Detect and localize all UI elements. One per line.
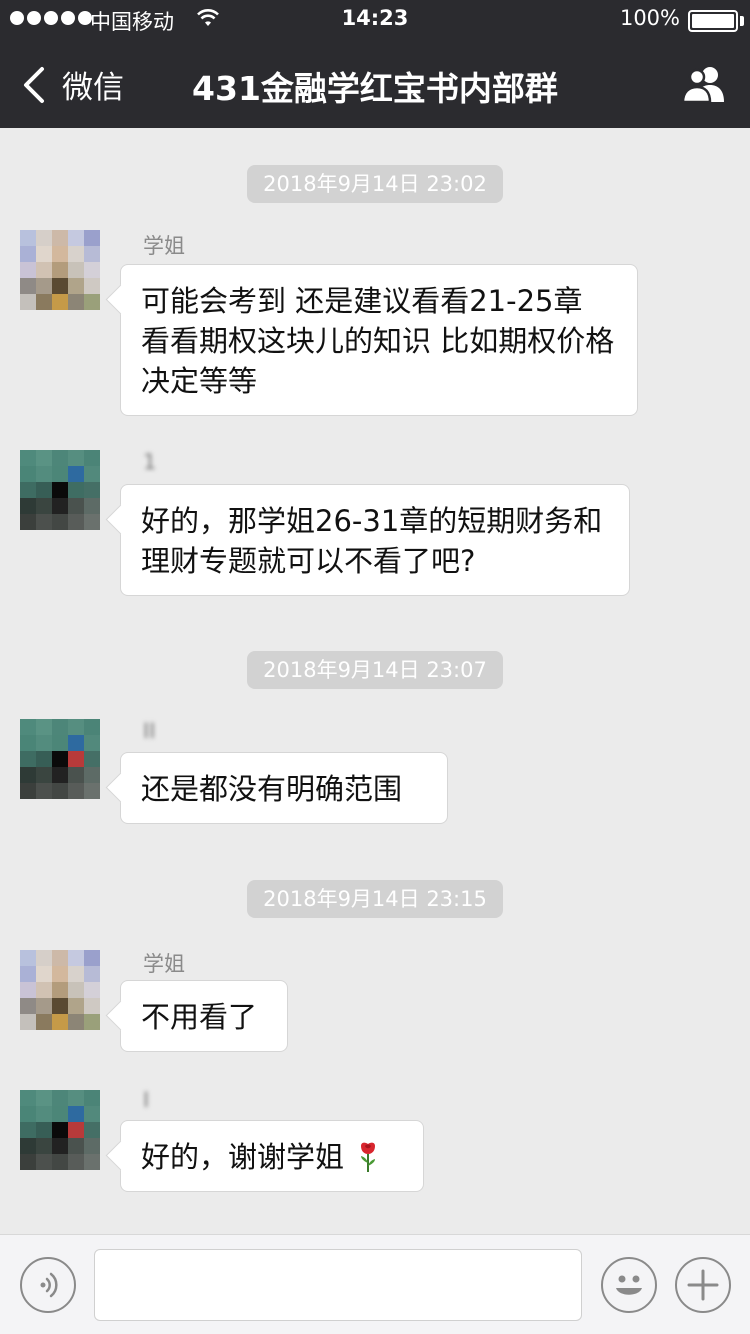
message-timestamp: 2018年9月14日 23:15 [247,880,503,918]
sender-name: I [143,1088,150,1112]
battery-percentage: 100% [619,6,680,30]
emoji-button[interactable] [601,1257,657,1313]
message-timestamp: 2018年9月14日 23:02 [247,165,503,203]
avatar[interactable] [20,950,100,1030]
message-input[interactable] [94,1249,582,1321]
message-text: 可能会考到 还是建议看看21-25章 看看期权这块儿的知识 比如期权价格决定等等 [141,284,615,398]
voice-icon [40,1272,58,1298]
avatar[interactable] [20,230,100,310]
avatar[interactable] [20,1090,100,1170]
message-bubble[interactable]: 还是都没有明确范围 [120,752,448,824]
avatar[interactable] [20,450,100,530]
plus-icon [687,1269,719,1301]
message-timestamp: 2018年9月14日 23:07 [247,651,503,689]
message-text: 好的，谢谢学姐 [141,1140,345,1174]
message-text: 不用看了 [141,1000,258,1034]
chat-title: 431金融学红宝书内部群 [192,69,558,108]
input-bar [0,1234,750,1334]
rose-emoji [361,1142,376,1172]
message-bubble[interactable]: 好的，谢谢学姐 [120,1120,424,1192]
message-bubble[interactable]: 好的，那学姐26-31章的短期财务和理财专题就可以不看了吧? [120,484,630,596]
more-button[interactable] [675,1257,731,1313]
group-members-icon[interactable] [680,64,728,104]
top-bar: 中国移动 14:23 100% 微信 431金融学红宝书内部群 [0,0,750,128]
message-bubble[interactable]: 不用看了 [120,980,288,1052]
avatar[interactable] [20,719,100,799]
status-bar: 中国移动 14:23 100% [0,0,750,40]
emoji-icon [616,1275,642,1295]
sender-name: 学姐 [143,952,185,976]
sender-name: 1 [143,450,157,474]
battery-icon [688,10,738,32]
message-bubble[interactable]: 可能会考到 还是建议看看21-25章 看看期权这块儿的知识 比如期权价格决定等等 [120,264,638,416]
voice-button[interactable] [20,1257,76,1313]
chat-area[interactable]: 2018年9月14日 23:02 学姐 可能会考到 还是建议看看21-25章 看… [0,128,750,1234]
message-text: 还是都没有明确范围 [141,772,403,806]
message-text: 好的，那学姐26-31章的短期财务和理财专题就可以不看了吧? [141,504,603,578]
sender-name: II [143,719,156,743]
sender-name: 学姐 [143,234,185,258]
